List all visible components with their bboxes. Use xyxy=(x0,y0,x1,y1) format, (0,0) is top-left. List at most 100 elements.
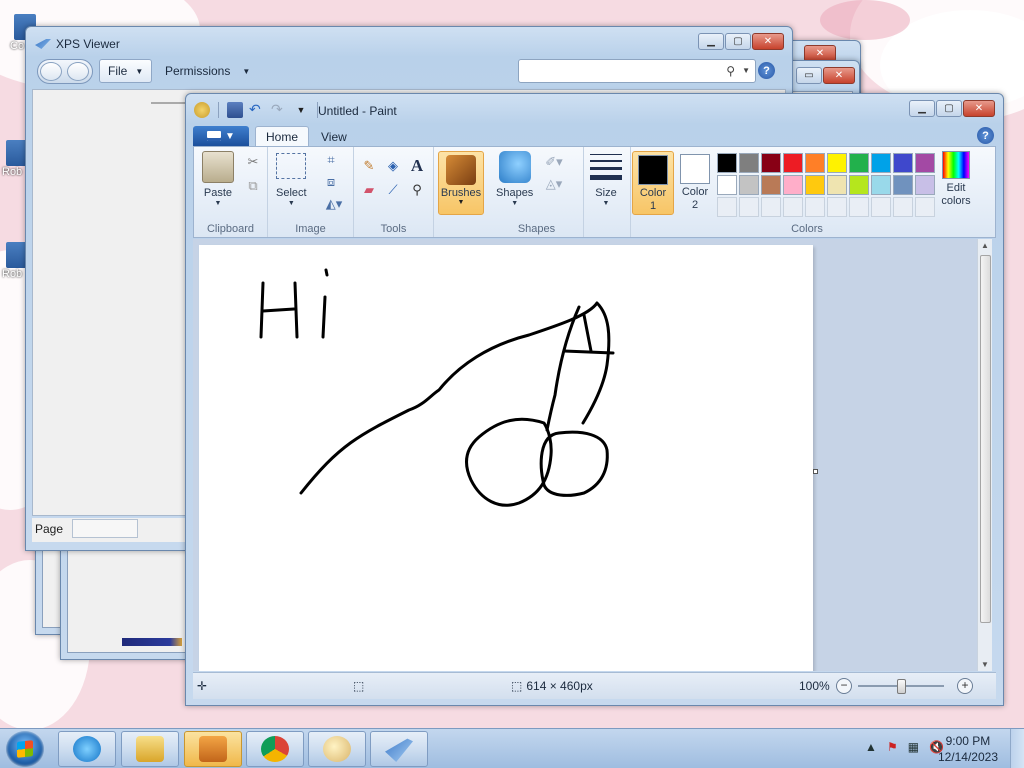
outline-icon[interactable]: ✐▾ xyxy=(540,151,568,173)
text-icon[interactable]: A xyxy=(406,155,428,177)
taskbar-chrome[interactable] xyxy=(246,731,304,767)
file-menu[interactable]: File ▼ xyxy=(99,59,153,83)
shapes-button[interactable]: Shapes ▼ xyxy=(496,151,533,207)
clock[interactable]: 9:00 PM 12/14/2023 xyxy=(938,733,998,765)
palette-color-swatch[interactable] xyxy=(761,175,781,195)
page-number-input[interactable] xyxy=(72,519,138,538)
redo-icon[interactable]: ↷ xyxy=(271,102,287,118)
start-button[interactable] xyxy=(6,731,44,767)
taskbar-xps-viewer[interactable] xyxy=(370,731,428,767)
edit-colors-button[interactable]: Edit colors xyxy=(936,151,976,208)
permissions-menu[interactable]: Permissions ▼ xyxy=(157,59,258,83)
palette-color-swatch[interactable] xyxy=(805,153,825,173)
minimize-icon[interactable]: ▁ xyxy=(698,33,724,50)
palette-color-swatch[interactable] xyxy=(915,153,935,173)
palette-color-swatch[interactable] xyxy=(849,175,869,195)
search-icon[interactable]: ⚲ xyxy=(726,64,735,78)
color-picker-icon[interactable]: ⟋ xyxy=(382,179,404,201)
taskbar-internet-explorer[interactable] xyxy=(58,731,116,767)
vertical-scrollbar[interactable]: ▲ ▼ xyxy=(977,239,992,671)
palette-color-swatch[interactable] xyxy=(783,153,803,173)
zoom-out-icon[interactable]: − xyxy=(836,678,852,694)
eraser-icon[interactable]: ▰ xyxy=(358,179,380,201)
palette-empty-swatch[interactable] xyxy=(739,197,759,217)
save-icon[interactable] xyxy=(227,102,243,118)
select-button[interactable]: Select ▼ xyxy=(276,151,307,207)
palette-color-swatch[interactable] xyxy=(739,175,759,195)
palette-color-swatch[interactable] xyxy=(871,175,891,195)
palette-empty-swatch[interactable] xyxy=(871,197,891,217)
help-icon[interactable]: ? xyxy=(758,62,775,79)
magnifier-icon[interactable]: ⚲ xyxy=(406,179,428,201)
palette-color-swatch[interactable] xyxy=(827,153,847,173)
customize-toolbar-icon[interactable]: ▼ xyxy=(293,102,309,118)
close-icon[interactable]: ✕ xyxy=(752,33,784,50)
drawing-canvas[interactable]: Hi xyxy=(199,245,813,671)
close-icon[interactable]: ✕ xyxy=(823,67,855,84)
taskbar-file-explorer[interactable] xyxy=(121,731,179,767)
palette-empty-swatch[interactable] xyxy=(783,197,803,217)
palette-color-swatch[interactable] xyxy=(849,153,869,173)
zoom-slider[interactable] xyxy=(858,679,944,694)
network-icon[interactable]: ▦ xyxy=(908,740,919,754)
help-icon[interactable]: ? xyxy=(977,127,994,144)
canvas-resize-handle[interactable] xyxy=(813,469,818,474)
brushes-button[interactable]: Brushes ▼ xyxy=(438,151,484,215)
show-desktop-button[interactable] xyxy=(1010,729,1024,768)
taskbar-media-player[interactable] xyxy=(184,731,242,767)
palette-empty-swatch[interactable] xyxy=(805,197,825,217)
paint-menu-button[interactable]: ▼ xyxy=(193,126,249,146)
palette-empty-swatch[interactable] xyxy=(915,197,935,217)
palette-color-swatch[interactable] xyxy=(893,153,913,173)
color-2-button[interactable]: Color 2 xyxy=(674,151,716,215)
forward-icon[interactable] xyxy=(67,62,89,81)
maximize-icon[interactable]: ▢ xyxy=(936,100,962,117)
scroll-down-icon[interactable]: ▼ xyxy=(981,660,989,669)
palette-color-swatch[interactable] xyxy=(827,175,847,195)
palette-empty-swatch[interactable] xyxy=(849,197,869,217)
paint-app-icon[interactable] xyxy=(194,102,210,118)
paint-window[interactable]: ↶ ↷ ▼ Untitled - Paint ▁ ▢ ✕ ▼ Home View… xyxy=(185,93,1004,706)
palette-color-swatch[interactable] xyxy=(915,175,935,195)
palette-color-swatch[interactable] xyxy=(739,153,759,173)
resize-icon[interactable]: ⧈ xyxy=(320,171,342,193)
zoom-in-icon[interactable]: + xyxy=(957,678,973,694)
back-icon[interactable] xyxy=(40,62,62,81)
fill-icon[interactable]: ◈ xyxy=(382,155,404,177)
taskbar-paint[interactable] xyxy=(308,731,366,767)
palette-empty-swatch[interactable] xyxy=(717,197,737,217)
palette-color-swatch[interactable] xyxy=(783,175,803,195)
chevron-down-icon[interactable]: ▼ xyxy=(742,66,750,75)
maximize-icon[interactable]: ▢ xyxy=(725,33,751,50)
color-1-button[interactable]: Color 1 xyxy=(632,151,674,215)
palette-color-swatch[interactable] xyxy=(761,153,781,173)
palette-color-swatch[interactable] xyxy=(717,175,737,195)
palette-color-swatch[interactable] xyxy=(871,153,891,173)
palette-empty-swatch[interactable] xyxy=(761,197,781,217)
copy-icon[interactable]: ⧉ xyxy=(242,175,264,197)
close-icon[interactable]: ✕ xyxy=(963,100,995,117)
action-center-icon[interactable]: ⚑ xyxy=(887,740,898,754)
scroll-up-icon[interactable]: ▲ xyxy=(981,241,989,250)
palette-color-swatch[interactable] xyxy=(805,175,825,195)
slider-knob[interactable] xyxy=(897,679,906,694)
paste-button[interactable]: Paste ▼ xyxy=(202,151,234,207)
search-input[interactable]: ⚲ ▼ xyxy=(518,59,756,83)
restore-icon[interactable]: ▭ xyxy=(796,67,822,84)
pencil-icon[interactable]: ✎ xyxy=(358,155,380,177)
rotate-icon[interactable]: ◭▾ xyxy=(320,193,348,215)
palette-color-swatch[interactable] xyxy=(893,175,913,195)
fill-shape-icon[interactable]: ◬▾ xyxy=(540,173,568,195)
tab-home[interactable]: Home xyxy=(255,126,310,147)
chevron-up-icon[interactable]: ▲ xyxy=(865,740,877,754)
size-button[interactable]: Size ▼ xyxy=(590,151,622,207)
scrollbar-thumb[interactable] xyxy=(980,255,991,623)
palette-color-swatch[interactable] xyxy=(717,153,737,173)
minimize-icon[interactable]: ▁ xyxy=(909,100,935,117)
palette-empty-swatch[interactable] xyxy=(893,197,913,217)
palette-empty-swatch[interactable] xyxy=(827,197,847,217)
undo-icon[interactable]: ↶ xyxy=(249,102,265,118)
crop-icon[interactable]: ⌗ xyxy=(320,149,342,171)
tab-view[interactable]: View xyxy=(311,126,357,147)
cut-icon[interactable]: ✂ xyxy=(242,151,264,173)
